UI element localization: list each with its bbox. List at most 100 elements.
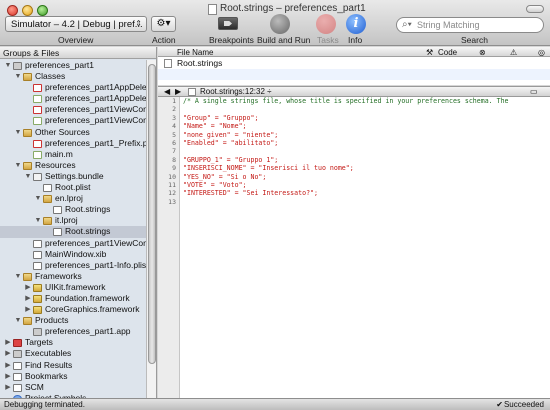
code-text[interactable]: /* A single strings file, whose title is… xyxy=(183,97,550,206)
breakpoints-icon[interactable] xyxy=(218,17,238,30)
disclosure-collapsed-icon[interactable]: ▶ xyxy=(4,348,12,359)
app-icon xyxy=(13,350,22,359)
errors-column-icon[interactable]: ⊗ xyxy=(479,48,486,57)
sidebar-item[interactable]: preferences_part1AppDelegate.m xyxy=(0,93,146,104)
build-and-run-icon[interactable] xyxy=(270,14,290,34)
sidebar-item-label: preferences_part1-Info.plist xyxy=(45,259,146,270)
sidebar-item[interactable]: main.m xyxy=(0,149,146,160)
code-line: "Enabled" = "abilitato"; xyxy=(183,138,279,147)
sidebar-item[interactable]: Root.plist xyxy=(0,182,146,193)
disclosure-collapsed-icon[interactable]: ▶ xyxy=(4,371,12,382)
gear-icon: ⚙▾ xyxy=(156,18,171,29)
sidebar-item[interactable]: ▼ Other Sources xyxy=(0,127,146,138)
disclosure-collapsed-icon[interactable]: ▶ xyxy=(24,304,32,315)
disclosure-collapsed-icon[interactable]: ▶ xyxy=(4,382,12,393)
disclosure-expanded-icon[interactable]: ▼ xyxy=(14,160,22,171)
file-history-popup[interactable]: Root.strings:12:32 ÷ xyxy=(200,87,272,96)
disclosure-expanded-icon[interactable]: ▼ xyxy=(4,60,12,71)
sidebar-item-label: Bookmarks xyxy=(25,370,68,381)
sidebar-item[interactable]: ▶ Targets xyxy=(0,337,146,348)
sidebar-item[interactable]: ▶ CoreGraphics.framework xyxy=(0,304,146,315)
disclosure-expanded-icon[interactable]: ▼ xyxy=(14,71,22,82)
warnings-column-icon[interactable]: ⚠ xyxy=(510,48,517,57)
sidebar-item[interactable]: preferences_part1ViewController.xib xyxy=(0,238,146,249)
code-line: "Name" = "Nome"; xyxy=(183,122,247,131)
sidebar-item[interactable]: ▶ SCM xyxy=(0,382,146,393)
disclosure-collapsed-icon[interactable]: ▶ xyxy=(4,360,12,371)
file-icon xyxy=(188,88,196,96)
document-icon xyxy=(208,4,217,15)
sidebar-item[interactable]: ▼ Frameworks xyxy=(0,271,146,282)
sidebar-scrollbar[interactable] xyxy=(146,60,156,398)
sidebar-item[interactable]: ▼ Settings.bundle xyxy=(0,171,146,182)
breakpoints-label[interactable]: Breakpoints xyxy=(209,35,254,45)
minimize-window-button[interactable] xyxy=(22,5,33,16)
tasks-stop-icon xyxy=(316,14,336,34)
sidebar-scroll-thumb[interactable] xyxy=(148,64,156,364)
file-x-icon xyxy=(33,250,42,259)
info-icon[interactable]: i xyxy=(346,14,366,34)
sidebar-item[interactable]: preferences_part1-Info.plist xyxy=(0,260,146,271)
sidebar-item-label: preferences_part1ViewController.m xyxy=(45,115,146,126)
sidebar-item[interactable]: ▼ Classes xyxy=(0,71,146,82)
overview-popup[interactable]: Simulator – 4.2 | Debug | pref... ⇕ xyxy=(5,16,147,32)
disclosure-expanded-icon[interactable]: ▼ xyxy=(34,193,42,204)
sidebar-item[interactable]: ▼ Resources xyxy=(0,160,146,171)
code-line: /* A single strings file, whose title is… xyxy=(183,97,509,105)
disclosure-expanded-icon[interactable]: ▼ xyxy=(34,215,42,226)
sidebar-item[interactable]: ▶ Bookmarks xyxy=(0,371,146,382)
file-name-column-header[interactable]: File Name xyxy=(177,48,213,57)
sidebar-item[interactable]: preferences_part1.app xyxy=(0,326,146,337)
sidebar-item[interactable]: ▶ UIKit.framework xyxy=(0,282,146,293)
sidebar-item[interactable]: ▶ Foundation.framework xyxy=(0,293,146,304)
file-x-icon xyxy=(53,228,62,237)
sidebar-item[interactable]: MainWindow.xib xyxy=(0,249,146,260)
toolbar-toggle-button[interactable] xyxy=(526,5,544,13)
app-icon xyxy=(13,62,22,70)
editor-navigation-bar: ◀ ▶ Root.strings:12:32 ÷ ▭ xyxy=(158,86,550,97)
sidebar-item[interactable]: ▼ Products xyxy=(0,315,146,326)
sidebar-item[interactable]: preferences_part1ViewController.m xyxy=(0,115,146,126)
disclosure-collapsed-icon[interactable]: ▶ xyxy=(4,337,12,348)
search-icon: ⌕▾ xyxy=(402,19,412,30)
search-field[interactable]: ⌕▾ String Matching xyxy=(396,17,544,33)
sidebar-item[interactable]: ▼ it.lproj xyxy=(0,215,146,226)
close-window-button[interactable] xyxy=(7,5,18,16)
sidebar-item[interactable]: ▶ Executables xyxy=(0,348,146,359)
line-number: 3 xyxy=(172,113,176,122)
code-column-header[interactable]: Code xyxy=(438,48,457,57)
sidebar-item[interactable]: Root.strings xyxy=(0,226,146,238)
build-and-run-label[interactable]: Build and Run xyxy=(257,35,310,45)
sidebar-item[interactable]: ▶ Find Results xyxy=(0,360,146,371)
disclosure-expanded-icon[interactable]: ▼ xyxy=(14,271,22,282)
action-button[interactable]: ⚙▾ xyxy=(151,16,176,32)
sidebar-item[interactable]: ▼ en.lproj xyxy=(0,193,146,204)
fw-icon xyxy=(33,306,42,315)
sidebar-item[interactable]: preferences_part1ViewController.h xyxy=(0,104,146,115)
sidebar-item[interactable]: Root.strings xyxy=(0,204,146,215)
file-x-icon xyxy=(53,206,62,215)
line-number: 11 xyxy=(168,180,176,189)
file-list-row[interactable]: Root.strings xyxy=(158,58,550,69)
sidebar-item[interactable]: ▼ preferences_part1 xyxy=(0,60,146,71)
sidebar-item[interactable]: preferences_part1_Prefix.pch xyxy=(0,138,146,149)
disclosure-expanded-icon[interactable]: ▼ xyxy=(24,171,32,182)
disclosure-expanded-icon[interactable]: ▼ xyxy=(14,127,22,138)
back-arrow-icon[interactable]: ◀ xyxy=(164,87,170,96)
zoom-window-button[interactable] xyxy=(37,5,48,16)
sidebar-item-label: preferences_part1AppDelegate.m xyxy=(45,93,146,104)
target-column-icon[interactable]: ◎ xyxy=(538,48,545,57)
forward-arrow-icon[interactable]: ▶ xyxy=(175,87,181,96)
build-result-label[interactable]: Succeeded xyxy=(504,400,544,409)
disclosure-expanded-icon[interactable]: ▼ xyxy=(14,315,22,326)
info-label[interactable]: Info xyxy=(348,35,362,45)
disclosure-collapsed-icon[interactable]: ▶ xyxy=(24,293,32,304)
split-editor-icon[interactable]: ▭ xyxy=(530,87,538,96)
sidebar-header: Groups & Files xyxy=(0,47,156,59)
tasks-label: Tasks xyxy=(317,35,339,45)
disclosure-collapsed-icon[interactable]: ▶ xyxy=(24,282,32,293)
hammer-column-icon[interactable]: ⚒ xyxy=(426,48,433,57)
sidebar-item-label: Classes xyxy=(35,71,66,82)
code-editor[interactable]: 1 2 3 4 5 6 7 8 9 10 11 12 13 /* A single strings fi… xyxy=(158,97,550,398)
sidebar-item[interactable]: preferences_part1AppDelegate.h xyxy=(0,82,146,93)
